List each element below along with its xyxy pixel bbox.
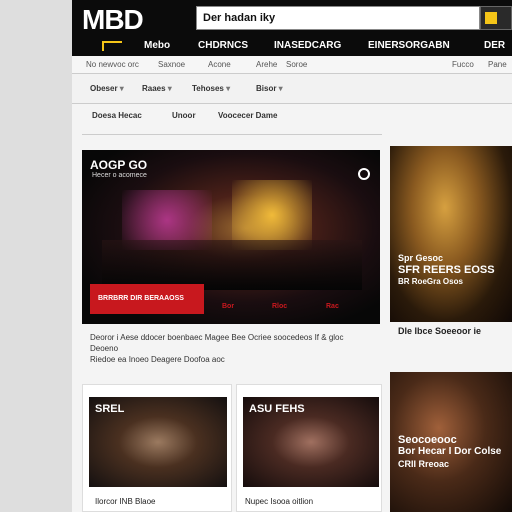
page: MBD Der hadan iky Mebo CHDRNCS INASEDCAR… — [72, 0, 512, 512]
main-nav: Mebo CHDRNCS INASEDCARG EINERSORGABN DER — [72, 38, 512, 56]
left-gutter — [0, 0, 72, 512]
bottom-card-mid[interactable]: ASU FEHS Nupec Isooa oitlion — [236, 384, 382, 512]
bottom-card-left-title: SREL — [95, 403, 125, 415]
hero-caption-line-3: Riedoe ea Inoeo Deagere Doofoa aoc — [90, 355, 225, 364]
nav-item-3[interactable]: INASEDCARG — [274, 40, 341, 51]
search-icon — [485, 12, 497, 24]
nav-item-2[interactable]: CHDRNCS — [198, 40, 248, 51]
side-card-top-line-1: Spr Gesoc — [398, 253, 444, 263]
search-button[interactable] — [480, 6, 512, 30]
hero-cta-button[interactable]: BRRBRR DIR BERAAOSS — [90, 284, 204, 314]
hero-video-card[interactable]: AOGP GO Hecer o acomece BRRBRR DIR BERAA… — [82, 150, 380, 324]
bottom-card-left-image: SREL — [89, 397, 227, 487]
hero-subtitle: Hecer o acomece — [92, 172, 147, 179]
bottom-card-mid-caption: Nupec Isooa oitlion — [245, 497, 314, 506]
hero-link-1[interactable]: Bor — [222, 303, 234, 310]
breadcrumb-item-1[interactable]: Doesa Hecac — [92, 111, 142, 120]
subnav-link-4[interactable]: Arehe — [256, 60, 277, 69]
secondary-nav: No newvoc orc Saxnoe Acone Arehe Soroe F… — [72, 56, 512, 74]
side-card-top-line-3: BR RoeGra Osos — [398, 277, 463, 286]
side-feature-card-bottom[interactable]: Seocoeooc Bor Hecar I Dor Colse CRII Rre… — [390, 372, 512, 512]
side-card-bottom-text: Seocoeooc Bor Hecar I Dor Colse CRII Rre… — [398, 434, 501, 470]
tab-4[interactable]: Bisor — [256, 84, 283, 93]
hero-caption-line-1: Deoror i Aese ddocer boenbaec Magee Bee … — [90, 333, 344, 342]
site-logo[interactable]: MBD — [82, 4, 144, 36]
subnav-link-5[interactable]: Soroe — [286, 60, 307, 69]
hero-caption-line-2: Deoeno — [90, 344, 119, 353]
tab-2[interactable]: Raaes — [142, 84, 172, 93]
subnav-link-6[interactable]: Fucco — [452, 60, 474, 69]
subnav-link-2[interactable]: Saxnoe — [158, 60, 185, 69]
tab-1[interactable]: Obeser — [90, 84, 124, 93]
breadcrumb-item-2[interactable]: Unoor — [172, 111, 196, 120]
subnav-link-1[interactable]: No newvoc orc — [86, 60, 139, 69]
bottom-card-mid-title: ASU FEHS — [249, 403, 305, 415]
category-tabs: Obeser Raaes Tehoses Bisor — [72, 74, 512, 104]
bottom-card-left-caption: Ilorcor INB Blaoe — [95, 497, 156, 506]
subnav-link-3[interactable]: Acone — [208, 60, 231, 69]
nav-item-5[interactable]: DER — [484, 40, 505, 51]
hero-image-crowd — [102, 240, 362, 290]
play-icon[interactable] — [358, 168, 370, 180]
side-card-top-caption[interactable]: Dle Ibce Soeeoor ie — [398, 326, 481, 336]
hero-title: AOGP GO — [90, 158, 148, 172]
hero-link-3[interactable]: Rac — [326, 303, 339, 310]
bottom-card-left[interactable]: SREL Ilorcor INB Blaoe — [82, 384, 232, 512]
hero-caption[interactable]: Deoror i Aese ddocer boenbaec Magee Bee … — [90, 332, 380, 365]
side-card-bottom-line-2: Bor Hecar I Dor Colse — [398, 446, 502, 457]
bottom-card-mid-image: ASU FEHS — [243, 397, 379, 487]
side-feature-card-top[interactable]: Spr Gesoc SFR REERS EOSS BR RoeGra Osos — [390, 146, 512, 322]
side-card-bottom-line-3: CRII Rreoac — [398, 459, 450, 469]
search-input[interactable]: Der hadan iky — [196, 6, 480, 30]
subnav-link-7[interactable]: Pane — [488, 60, 507, 69]
search-input-value: Der hadan iky — [203, 12, 276, 24]
tab-3[interactable]: Tehoses — [192, 84, 230, 93]
nav-item-4[interactable]: EINERSORGABN — [368, 40, 450, 51]
divider — [82, 134, 382, 135]
side-card-top-text: Spr Gesoc SFR REERS EOSS BR RoeGra Osos — [398, 252, 495, 288]
hero-link-2[interactable]: Rloc — [272, 303, 287, 310]
menu-icon[interactable] — [102, 41, 122, 51]
nav-item-1[interactable]: Mebo — [144, 40, 170, 51]
side-card-top-line-2: SFR REERS EOSS — [398, 264, 495, 276]
side-card-bottom-line-1: Seocoeooc — [398, 434, 457, 446]
breadcrumb-item-3[interactable]: Voocecer Dame — [218, 111, 277, 120]
header-bar: MBD Der hadan iky Mebo CHDRNCS INASEDCAR… — [72, 0, 512, 56]
